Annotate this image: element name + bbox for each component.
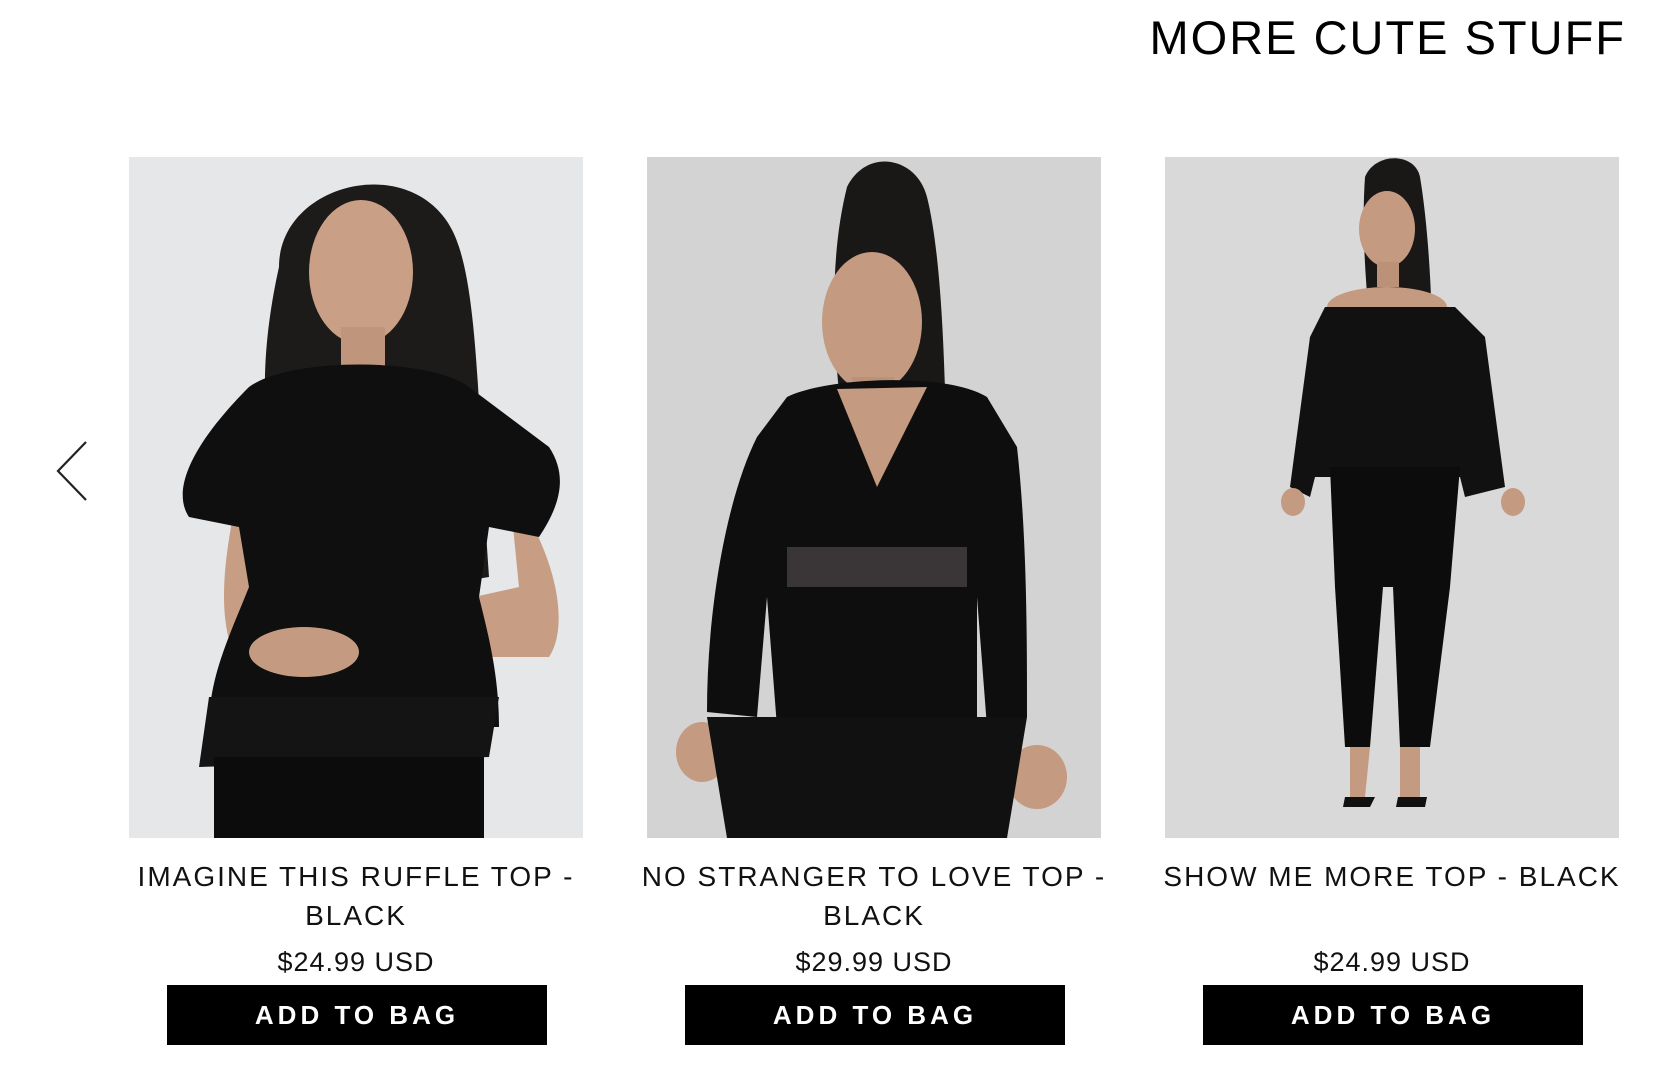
add-to-bag-button[interactable]: ADD TO BAG [167, 985, 547, 1045]
carousel-prev-button[interactable] [50, 436, 100, 506]
product-name[interactable]: NO STRANGER TO LOVE TOP - BLACK [637, 857, 1111, 935]
product-card: SHOW ME MORE TOP - BLACK $24.99 USD ADD … [1163, 157, 1619, 1057]
product-image[interactable] [129, 157, 583, 838]
add-to-bag-button[interactable]: ADD TO BAG [1203, 985, 1583, 1045]
section-title: MORE CUTE STUFF [1149, 11, 1626, 64]
product-price: $29.99 USD [795, 947, 953, 977]
product-name[interactable]: SHOW ME MORE TOP - BLACK [1155, 857, 1629, 896]
product-card: IMAGINE THIS RUFFLE TOP - BLACK $24.99 U… [129, 157, 583, 1057]
product-name[interactable]: IMAGINE THIS RUFFLE TOP - BLACK [119, 857, 593, 935]
product-price: $24.99 USD [1313, 947, 1471, 977]
chevron-left-icon [56, 441, 87, 501]
product-image[interactable] [647, 157, 1101, 838]
add-to-bag-button[interactable]: ADD TO BAG [685, 985, 1065, 1045]
product-card: NO STRANGER TO LOVE TOP - BLACK $29.99 U… [642, 157, 1104, 1057]
product-image[interactable] [1165, 157, 1619, 838]
product-price: $24.99 USD [277, 947, 435, 977]
